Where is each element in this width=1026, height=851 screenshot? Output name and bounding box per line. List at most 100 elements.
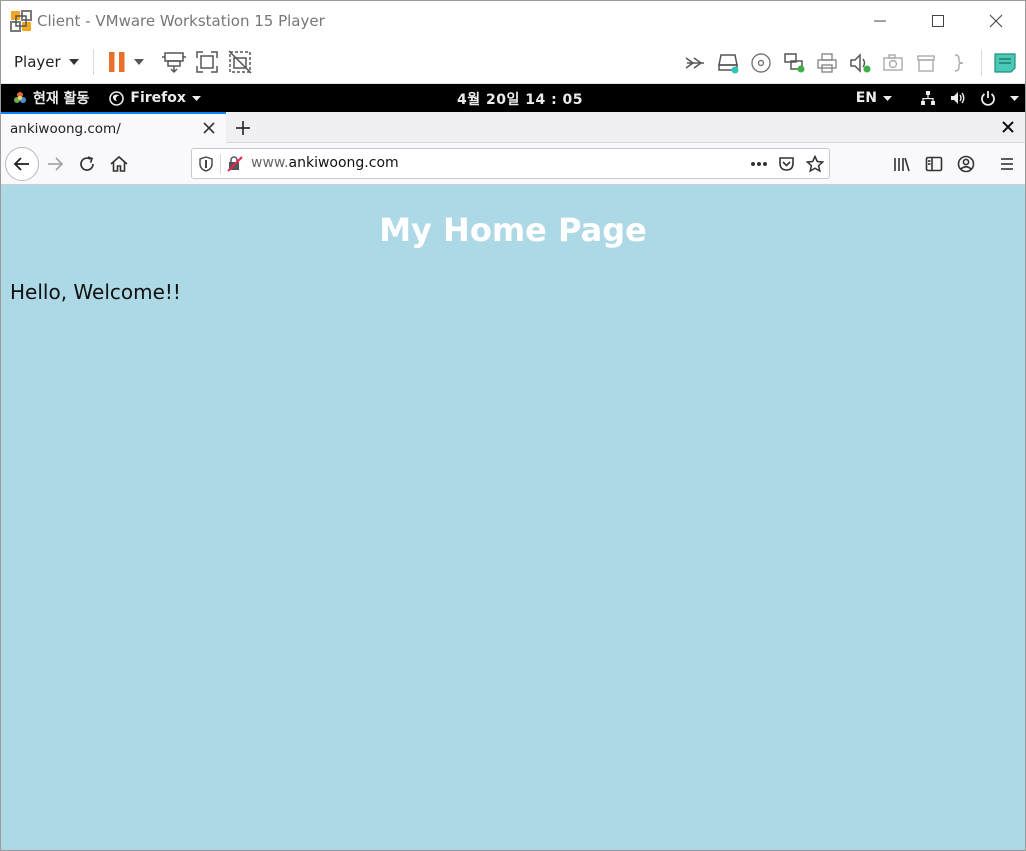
home-button[interactable] [109,154,129,174]
maximize-button[interactable] [909,1,967,41]
tracking-protection-shield-icon[interactable] [199,156,213,172]
web-page-content: My Home Page Hello, Welcome!! [1,185,1025,850]
close-icon [989,14,1003,28]
account-button[interactable] [956,154,976,174]
chevron-down-icon [883,95,892,101]
browser-tab-active[interactable]: ankiwoong.com/ [1,112,226,143]
message-log-button[interactable] [988,48,1021,78]
welcome-text: Hello, Welcome!! [10,280,181,304]
page-heading: My Home Page [379,211,647,249]
activities-label: 현재 활동 [33,91,90,107]
send-ctrl-alt-del-button[interactable] [158,47,191,77]
sidebar-icon [925,156,943,172]
window-titlebar: Client - VMware Workstation 15 Player [1,1,1025,41]
sidebar-button[interactable] [924,154,944,174]
firefox-icon [109,90,125,106]
minimize-button[interactable] [851,1,909,41]
chevron-down-icon [1010,95,1019,101]
device-toolbar [678,41,1025,84]
more-devices-button[interactable] [678,48,711,78]
sound-card-device[interactable] [843,48,876,78]
full-screen-button[interactable] [191,47,224,77]
new-tab-icon[interactable] [233,118,253,138]
open-menu-button[interactable] [997,154,1017,174]
minimize-icon [874,20,886,22]
toolbar-divider [92,49,94,75]
input-language-label: EN [855,90,877,106]
chevron-down-icon [68,59,79,65]
maximize-icon [932,15,944,27]
power-menu-dropdown[interactable] [130,47,148,77]
cd-dvd-device[interactable] [744,48,777,78]
archive-icon [916,54,935,72]
removable-device[interactable] [909,48,942,78]
input-language-button[interactable]: EN [856,90,892,106]
clock[interactable]: 4월 20일 14 : 05 [457,89,583,109]
activities-button[interactable]: 현재 활동 [13,88,89,108]
send-keys-icon [162,52,187,74]
hard-disk-device[interactable] [711,48,744,78]
tab-title: ankiwoong.com/ [10,120,121,137]
power-icon [981,91,995,106]
home-icon [110,155,128,172]
pause-button[interactable] [106,47,128,77]
network-wired-icon [921,91,935,105]
browser-nav-bar: www.ankiwoong.com [1,143,1025,185]
double-chevron-right-icon [685,56,704,69]
message-log-icon [993,52,1016,73]
vmware-toolbar: Player [1,41,1025,84]
bookmark-star-icon[interactable] [806,155,824,173]
full-screen-icon [196,51,218,73]
url-prefix: www. [251,155,289,171]
volume-icon [951,92,965,104]
url-domain: ankiwoong.com [288,155,399,171]
hamburger-menu-icon [1001,158,1013,170]
forward-button[interactable] [45,154,65,174]
insecure-connection-icon[interactable] [227,156,243,172]
network-adapter-device[interactable] [777,48,810,78]
account-icon [957,155,975,173]
pause-icon [108,52,125,72]
player-menu-button[interactable]: Player [14,47,79,77]
library-button[interactable] [892,154,912,174]
window-title: Client - VMware Workstation 15 Player [37,12,325,30]
printer-icon [816,52,837,73]
reload-button[interactable] [77,154,97,174]
chevron-down-icon [191,95,201,101]
toolbar-divider [981,49,982,76]
url-divider [220,154,221,174]
unity-mode-button[interactable] [224,47,257,77]
app-menu-button[interactable]: Firefox [109,90,201,106]
url-text: www.ankiwoong.com [251,155,399,171]
vmware-logo-icon [10,10,32,32]
network-adapter-icon [783,52,804,72]
close-window-button[interactable] [967,1,1025,41]
printer-device[interactable] [810,48,843,78]
library-icon [894,157,910,172]
browser-tab-strip: ankiwoong.com/ [1,112,1025,143]
reload-icon [80,156,94,171]
vmware-player-window: Client - VMware Workstation 15 Player Pl… [0,0,1026,851]
hard-disk-icon [717,53,738,73]
page-actions-icon[interactable] [750,161,768,167]
close-tab-icon[interactable] [202,121,216,135]
speaker-icon [849,52,870,73]
address-bar[interactable]: www.ankiwoong.com [191,148,830,179]
pocket-icon[interactable] [778,156,795,172]
activities-icon [14,92,26,103]
player-menu-label: Player [14,53,61,71]
back-button[interactable] [5,147,39,181]
cd-icon [750,52,771,73]
camera-device[interactable] [876,48,909,78]
camera-icon [882,53,903,71]
brace-icon [954,53,963,72]
window-controls [851,1,1025,41]
shared-folder-device[interactable] [942,48,975,78]
forward-arrow-icon [48,157,64,171]
app-menu-label: Firefox [130,90,186,106]
system-status-area: EN [856,84,1019,112]
back-arrow-icon [13,157,29,171]
system-menu-button[interactable] [920,90,1019,106]
close-window-icon[interactable] [1001,120,1015,134]
unity-mode-icon [228,50,252,74]
